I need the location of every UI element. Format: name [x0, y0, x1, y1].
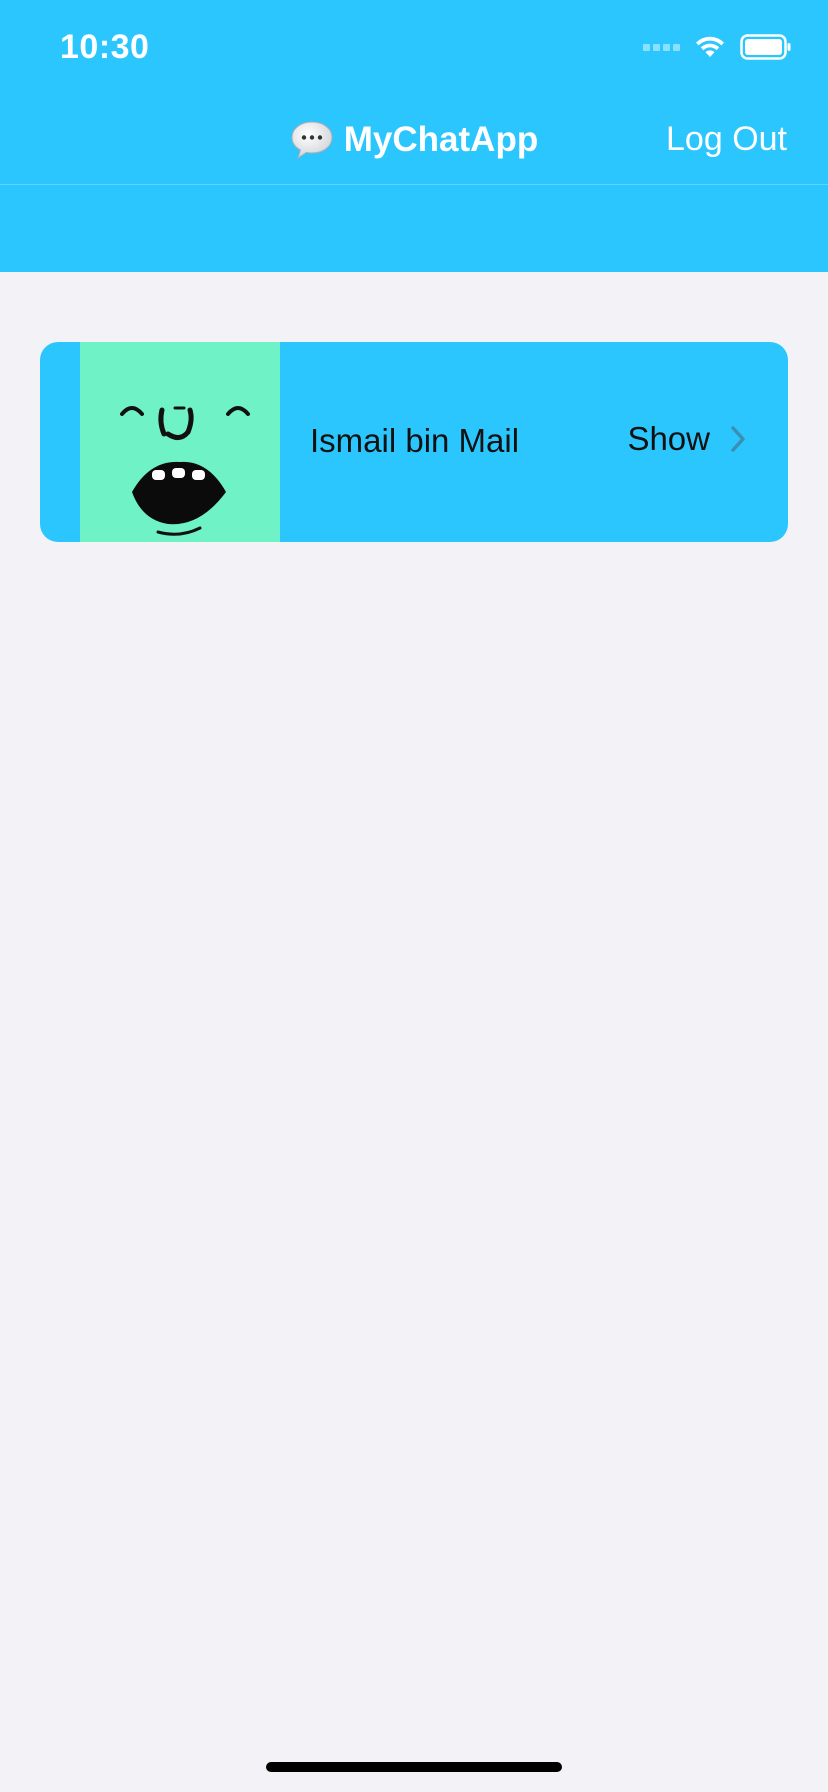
- home-indicator[interactable]: [266, 1762, 562, 1772]
- cellular-signal-icon: [643, 43, 680, 51]
- contact-name: Ismail bin Mail: [310, 422, 520, 459]
- header: 10:30 MyChatApp Log Out: [0, 0, 828, 272]
- show-button[interactable]: Show: [627, 420, 746, 458]
- contact-card[interactable]: Ismail bin Mail Show: [40, 342, 788, 542]
- speech-bubble-icon: [291, 121, 333, 160]
- nav-divider: [0, 184, 828, 185]
- app-title: MyChatApp: [343, 120, 539, 159]
- status-icons: [643, 34, 792, 60]
- avatar: [80, 342, 280, 542]
- wifi-icon: [696, 36, 724, 57]
- logout-button[interactable]: Log Out: [666, 120, 787, 159]
- status-time: 10:30: [60, 28, 150, 66]
- show-label: Show: [627, 420, 710, 457]
- cartoon-face-avatar: [120, 406, 250, 536]
- battery-icon: [740, 34, 791, 60]
- chevron-right-icon: [731, 426, 745, 452]
